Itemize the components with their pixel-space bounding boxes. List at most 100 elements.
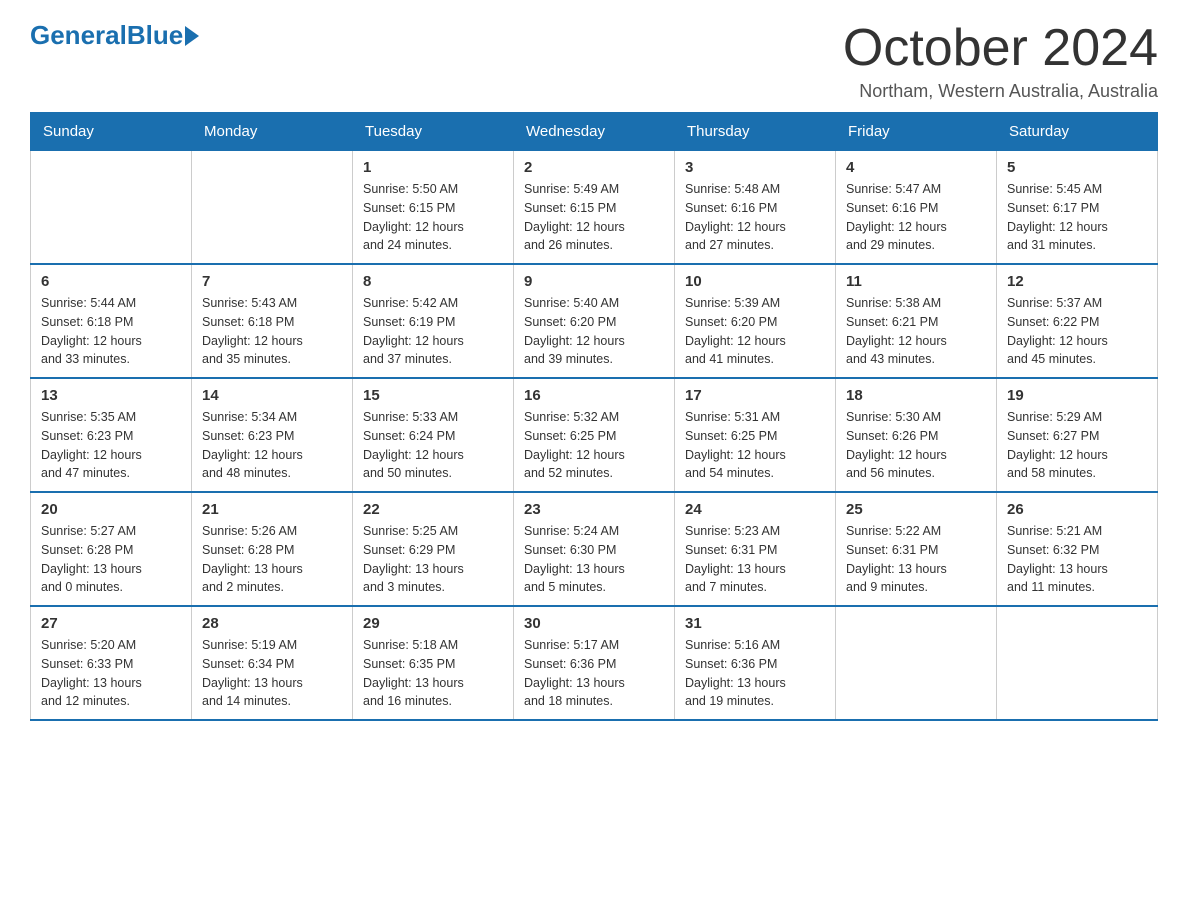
calendar-week-row: 1 Sunrise: 5:50 AM Sunset: 6:15 PM Daylig…	[31, 151, 1158, 265]
location-text: Northam, Western Australia, Australia	[843, 81, 1158, 102]
day-info: Sunrise: 5:25 AM Sunset: 6:29 PM Dayligh…	[363, 522, 503, 597]
day-number: 7	[202, 273, 342, 290]
page-header: GeneralBlue October 2024 Northam, Wester…	[30, 20, 1158, 102]
day-info: Sunrise: 5:20 AM Sunset: 6:33 PM Dayligh…	[41, 636, 181, 711]
weekday-header-saturday: Saturday	[997, 113, 1158, 151]
calendar-cell: 25 Sunrise: 5:22 AM Sunset: 6:31 PM Dayli…	[836, 492, 997, 606]
day-info: Sunrise: 5:24 AM Sunset: 6:30 PM Dayligh…	[524, 522, 664, 597]
calendar-cell: 17 Sunrise: 5:31 AM Sunset: 6:25 PM Dayli…	[675, 378, 836, 492]
calendar-cell: 7 Sunrise: 5:43 AM Sunset: 6:18 PM Daylig…	[192, 264, 353, 378]
day-info: Sunrise: 5:21 AM Sunset: 6:32 PM Dayligh…	[1007, 522, 1147, 597]
day-info: Sunrise: 5:40 AM Sunset: 6:20 PM Dayligh…	[524, 294, 664, 369]
logo: GeneralBlue	[30, 20, 199, 51]
calendar-cell: 27 Sunrise: 5:20 AM Sunset: 6:33 PM Dayli…	[31, 606, 192, 720]
day-number: 17	[685, 387, 825, 404]
weekday-header-monday: Monday	[192, 113, 353, 151]
day-number: 14	[202, 387, 342, 404]
weekday-header-tuesday: Tuesday	[353, 113, 514, 151]
day-number: 11	[846, 273, 986, 290]
day-info: Sunrise: 5:19 AM Sunset: 6:34 PM Dayligh…	[202, 636, 342, 711]
logo-triangle-icon	[185, 26, 199, 46]
calendar-table: SundayMondayTuesdayWednesdayThursdayFrid…	[30, 112, 1158, 721]
day-number: 13	[41, 387, 181, 404]
day-number: 4	[846, 159, 986, 176]
day-info: Sunrise: 5:29 AM Sunset: 6:27 PM Dayligh…	[1007, 408, 1147, 483]
day-number: 22	[363, 501, 503, 518]
calendar-cell: 21Sunrise: 5:26 AM Sunset: 6:28 PM Dayli…	[192, 492, 353, 606]
calendar-cell: 1 Sunrise: 5:50 AM Sunset: 6:15 PM Daylig…	[353, 151, 514, 265]
calendar-cell: 23 Sunrise: 5:24 AM Sunset: 6:30 PM Dayli…	[514, 492, 675, 606]
day-info: Sunrise: 5:37 AM Sunset: 6:22 PM Dayligh…	[1007, 294, 1147, 369]
calendar-cell: 18 Sunrise: 5:30 AM Sunset: 6:26 PM Dayli…	[836, 378, 997, 492]
day-info: Sunrise: 5:23 AM Sunset: 6:31 PM Dayligh…	[685, 522, 825, 597]
calendar-cell: 4Sunrise: 5:47 AM Sunset: 6:16 PM Daylig…	[836, 151, 997, 265]
calendar-cell: 8Sunrise: 5:42 AM Sunset: 6:19 PM Daylig…	[353, 264, 514, 378]
calendar-header: SundayMondayTuesdayWednesdayThursdayFrid…	[31, 113, 1158, 151]
day-info: Sunrise: 5:17 AM Sunset: 6:36 PM Dayligh…	[524, 636, 664, 711]
day-info: Sunrise: 5:33 AM Sunset: 6:24 PM Dayligh…	[363, 408, 503, 483]
weekday-header-friday: Friday	[836, 113, 997, 151]
day-info: Sunrise: 5:43 AM Sunset: 6:18 PM Dayligh…	[202, 294, 342, 369]
day-number: 20	[41, 501, 181, 518]
calendar-cell: 11 Sunrise: 5:38 AM Sunset: 6:21 PM Dayli…	[836, 264, 997, 378]
weekday-header-row: SundayMondayTuesdayWednesdayThursdayFrid…	[31, 113, 1158, 151]
day-number: 26	[1007, 501, 1147, 518]
day-info: Sunrise: 5:49 AM Sunset: 6:15 PM Dayligh…	[524, 180, 664, 255]
logo-text: GeneralBlue	[30, 20, 183, 51]
day-info: Sunrise: 5:18 AM Sunset: 6:35 PM Dayligh…	[363, 636, 503, 711]
calendar-cell: 16 Sunrise: 5:32 AM Sunset: 6:25 PM Dayli…	[514, 378, 675, 492]
calendar-cell: 12 Sunrise: 5:37 AM Sunset: 6:22 PM Dayli…	[997, 264, 1158, 378]
day-info: Sunrise: 5:30 AM Sunset: 6:26 PM Dayligh…	[846, 408, 986, 483]
calendar-cell: 26 Sunrise: 5:21 AM Sunset: 6:32 PM Dayli…	[997, 492, 1158, 606]
day-info: Sunrise: 5:32 AM Sunset: 6:25 PM Dayligh…	[524, 408, 664, 483]
day-number: 10	[685, 273, 825, 290]
calendar-cell: 20 Sunrise: 5:27 AM Sunset: 6:28 PM Dayli…	[31, 492, 192, 606]
day-info: Sunrise: 5:48 AM Sunset: 6:16 PM Dayligh…	[685, 180, 825, 255]
calendar-cell: 6 Sunrise: 5:44 AM Sunset: 6:18 PM Daylig…	[31, 264, 192, 378]
title-section: October 2024 Northam, Western Australia,…	[843, 20, 1158, 102]
day-info: Sunrise: 5:31 AM Sunset: 6:25 PM Dayligh…	[685, 408, 825, 483]
day-number: 29	[363, 615, 503, 632]
day-number: 18	[846, 387, 986, 404]
day-info: Sunrise: 5:38 AM Sunset: 6:21 PM Dayligh…	[846, 294, 986, 369]
day-info: Sunrise: 5:44 AM Sunset: 6:18 PM Dayligh…	[41, 294, 181, 369]
day-info: Sunrise: 5:27 AM Sunset: 6:28 PM Dayligh…	[41, 522, 181, 597]
calendar-cell	[997, 606, 1158, 720]
day-number: 6	[41, 273, 181, 290]
month-title: October 2024	[843, 20, 1158, 77]
day-number: 23	[524, 501, 664, 518]
day-info: Sunrise: 5:42 AM Sunset: 6:19 PM Dayligh…	[363, 294, 503, 369]
logo-blue: Blue	[127, 20, 183, 50]
day-info: Sunrise: 5:39 AM Sunset: 6:20 PM Dayligh…	[685, 294, 825, 369]
calendar-week-row: 13Sunrise: 5:35 AM Sunset: 6:23 PM Dayli…	[31, 378, 1158, 492]
day-number: 2	[524, 159, 664, 176]
day-number: 3	[685, 159, 825, 176]
calendar-cell: 3 Sunrise: 5:48 AM Sunset: 6:16 PM Daylig…	[675, 151, 836, 265]
day-number: 16	[524, 387, 664, 404]
day-number: 27	[41, 615, 181, 632]
day-number: 12	[1007, 273, 1147, 290]
calendar-cell: 29 Sunrise: 5:18 AM Sunset: 6:35 PM Dayli…	[353, 606, 514, 720]
calendar-cell: 2 Sunrise: 5:49 AM Sunset: 6:15 PM Daylig…	[514, 151, 675, 265]
logo-general: General	[30, 20, 127, 50]
day-info: Sunrise: 5:16 AM Sunset: 6:36 PM Dayligh…	[685, 636, 825, 711]
day-info: Sunrise: 5:22 AM Sunset: 6:31 PM Dayligh…	[846, 522, 986, 597]
calendar-cell: 15 Sunrise: 5:33 AM Sunset: 6:24 PM Dayli…	[353, 378, 514, 492]
calendar-cell: 14 Sunrise: 5:34 AM Sunset: 6:23 PM Dayli…	[192, 378, 353, 492]
day-info: Sunrise: 5:34 AM Sunset: 6:23 PM Dayligh…	[202, 408, 342, 483]
calendar-week-row: 6 Sunrise: 5:44 AM Sunset: 6:18 PM Daylig…	[31, 264, 1158, 378]
weekday-header-wednesday: Wednesday	[514, 113, 675, 151]
day-number: 24	[685, 501, 825, 518]
day-number: 31	[685, 615, 825, 632]
day-info: Sunrise: 5:50 AM Sunset: 6:15 PM Dayligh…	[363, 180, 503, 255]
day-info: Sunrise: 5:26 AM Sunset: 6:28 PM Dayligh…	[202, 522, 342, 597]
day-number: 5	[1007, 159, 1147, 176]
calendar-cell	[192, 151, 353, 265]
calendar-cell: 13Sunrise: 5:35 AM Sunset: 6:23 PM Dayli…	[31, 378, 192, 492]
day-number: 1	[363, 159, 503, 176]
calendar-cell	[836, 606, 997, 720]
day-number: 25	[846, 501, 986, 518]
calendar-cell: 22 Sunrise: 5:25 AM Sunset: 6:29 PM Dayli…	[353, 492, 514, 606]
day-number: 15	[363, 387, 503, 404]
day-number: 28	[202, 615, 342, 632]
